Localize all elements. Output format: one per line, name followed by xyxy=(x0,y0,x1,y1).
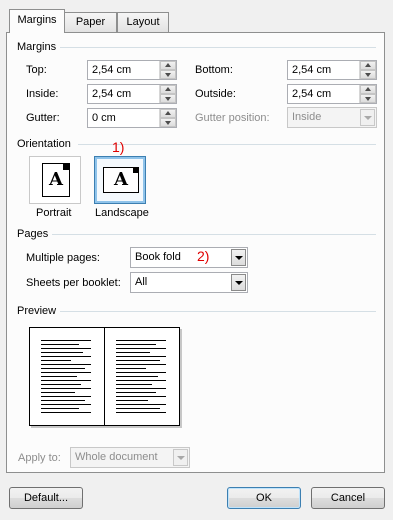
top-margin-spin-buttons xyxy=(159,61,176,79)
pages-group-label: Pages xyxy=(17,228,49,240)
multiple-pages-label: Multiple pages: xyxy=(26,252,100,264)
left-page-text-lines xyxy=(41,340,91,416)
margins-divider xyxy=(60,47,376,48)
dropdown-arrow-button[interactable] xyxy=(173,449,188,466)
arrow-down-icon xyxy=(165,73,171,77)
arrow-down-icon xyxy=(365,73,371,77)
spin-down-button[interactable] xyxy=(360,94,376,103)
annotation-2: 2) xyxy=(197,248,210,264)
pages-divider xyxy=(52,234,376,235)
arrow-down-icon xyxy=(165,121,171,125)
gutter-position-dropdown[interactable]: Inside xyxy=(287,107,377,128)
ok-button-label: OK xyxy=(256,492,272,504)
spin-up-button[interactable] xyxy=(360,85,376,94)
gutter-value: 0 cm xyxy=(92,112,116,124)
ok-button[interactable]: OK xyxy=(227,487,301,509)
inside-margin-value: 2,54 cm xyxy=(92,88,132,100)
dropdown-arrow-button[interactable] xyxy=(231,274,246,291)
chevron-down-icon xyxy=(235,281,243,285)
cancel-button-label: Cancel xyxy=(330,492,366,504)
apply-to-value: Whole document xyxy=(75,451,158,463)
gutter-spin-buttons xyxy=(159,109,176,127)
portrait-label: Portrait xyxy=(36,207,72,219)
dropdown-arrow-button[interactable] xyxy=(360,109,375,126)
dialog-content: Margins Top: 2,54 cm Bottom: 2,54 cm Ins… xyxy=(0,0,393,520)
apply-to-dropdown[interactable]: Whole document xyxy=(70,447,190,468)
default-button-label: Default... xyxy=(23,492,69,504)
gutter-label: Gutter: xyxy=(26,112,60,124)
outside-margin-label: Outside: xyxy=(195,88,236,100)
landscape-page-icon: A xyxy=(103,167,139,193)
spin-up-button[interactable] xyxy=(160,109,176,118)
fold-line xyxy=(104,328,105,425)
arrow-up-icon xyxy=(365,63,371,67)
chevron-down-icon xyxy=(177,456,185,460)
top-margin-spinner[interactable]: 2,54 cm xyxy=(87,60,177,80)
portrait-button[interactable]: A xyxy=(29,156,81,204)
bottom-margin-label: Bottom: xyxy=(195,64,233,76)
booklet-preview xyxy=(29,327,180,426)
arrow-up-icon xyxy=(165,87,171,91)
dropdown-arrow-button[interactable] xyxy=(231,249,246,266)
default-button[interactable]: Default... xyxy=(9,487,83,509)
arrow-up-icon xyxy=(165,111,171,115)
spin-down-button[interactable] xyxy=(160,70,176,79)
bottom-margin-spin-buttons xyxy=(359,61,376,79)
bottom-margin-value: 2,54 cm xyxy=(292,64,332,76)
sheets-per-booklet-label: Sheets per booklet: xyxy=(26,277,121,289)
sheets-per-booklet-value: All xyxy=(135,276,148,288)
outside-margin-value: 2,54 cm xyxy=(292,88,332,100)
gutter-position-value: Inside xyxy=(292,111,322,123)
chevron-down-icon xyxy=(235,256,243,260)
multiple-pages-value: Book fold xyxy=(135,251,181,263)
top-margin-label: Top: xyxy=(26,64,47,76)
arrow-up-icon xyxy=(365,87,371,91)
bottom-margin-spinner[interactable]: 2,54 cm xyxy=(287,60,377,80)
outside-margin-spin-buttons xyxy=(359,85,376,103)
arrow-up-icon xyxy=(165,63,171,67)
landscape-label: Landscape xyxy=(95,207,149,219)
spin-down-button[interactable] xyxy=(160,94,176,103)
outside-margin-spinner[interactable]: 2,54 cm xyxy=(287,84,377,104)
spin-down-button[interactable] xyxy=(360,70,376,79)
top-margin-value: 2,54 cm xyxy=(92,64,132,76)
preview-divider xyxy=(60,311,376,312)
portrait-glyph: A xyxy=(49,169,63,190)
landscape-button[interactable]: A xyxy=(94,156,146,204)
landscape-glyph: A xyxy=(114,169,128,190)
spin-up-button[interactable] xyxy=(160,61,176,70)
arrow-down-icon xyxy=(365,97,371,101)
gutter-position-label: Gutter position: xyxy=(195,112,270,124)
apply-to-label: Apply to: xyxy=(18,452,61,464)
right-page-text-lines xyxy=(116,340,166,416)
spin-down-button[interactable] xyxy=(160,118,176,127)
portrait-page-icon: A xyxy=(42,163,70,197)
inside-margin-label: Inside: xyxy=(26,88,59,100)
inside-margin-spinner[interactable]: 2,54 cm xyxy=(87,84,177,104)
annotation-1: 1) xyxy=(112,139,125,155)
orientation-group-label: Orientation xyxy=(17,138,71,150)
inside-margin-spin-buttons xyxy=(159,85,176,103)
spin-up-button[interactable] xyxy=(360,61,376,70)
spin-up-button[interactable] xyxy=(160,85,176,94)
margins-group-label: Margins xyxy=(17,41,57,53)
arrow-down-icon xyxy=(165,97,171,101)
preview-group-label: Preview xyxy=(17,305,57,317)
cancel-button[interactable]: Cancel xyxy=(311,487,385,509)
chevron-down-icon xyxy=(364,116,372,120)
sheets-per-booklet-dropdown[interactable]: All xyxy=(130,272,248,293)
gutter-spinner[interactable]: 0 cm xyxy=(87,108,177,128)
multiple-pages-dropdown[interactable]: Book fold xyxy=(130,247,248,268)
